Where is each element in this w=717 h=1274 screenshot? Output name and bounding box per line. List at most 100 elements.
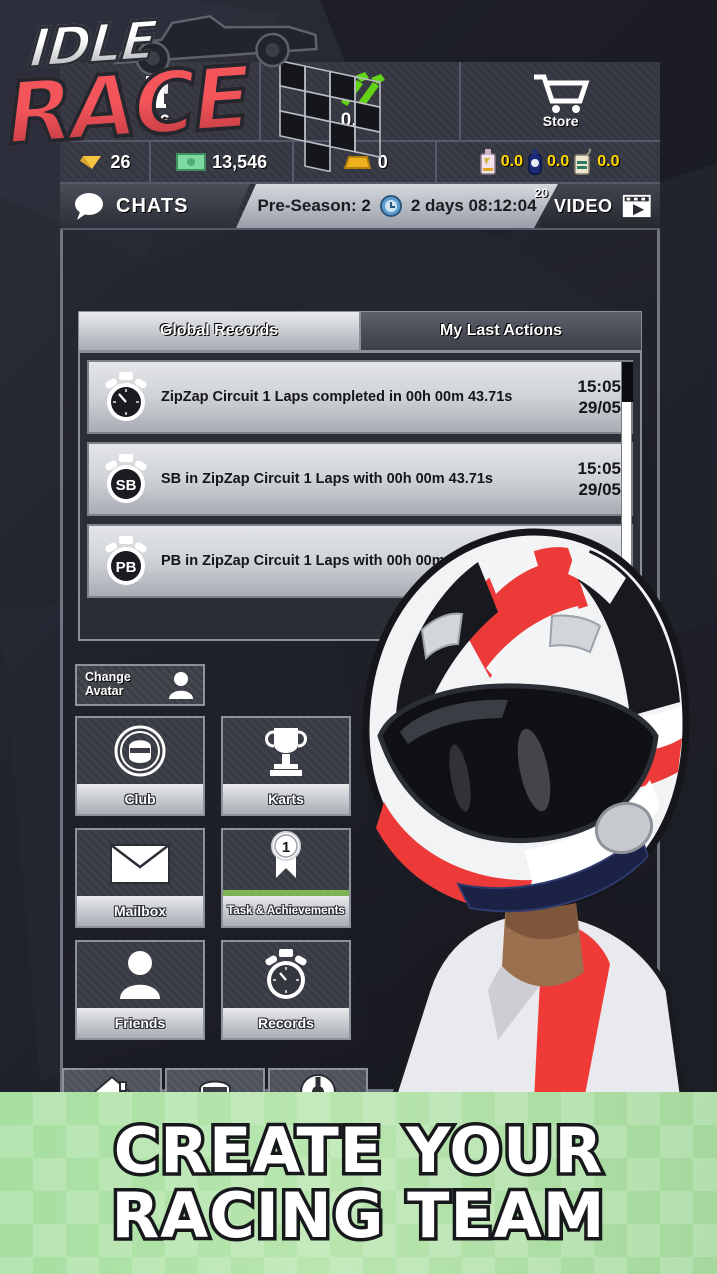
- chats-label: CHATS: [116, 194, 189, 217]
- record-date: 29/05: [578, 398, 621, 417]
- change-avatar-button[interactable]: Change Avatar: [75, 664, 205, 706]
- menu-tile-friends[interactable]: Friends: [75, 940, 205, 1040]
- banner-line-2: RACING TEAM: [108, 1179, 608, 1252]
- store-button[interactable]: Store: [459, 62, 660, 140]
- tab-my-last-actions[interactable]: My Last Actions: [360, 311, 642, 351]
- records-list[interactable]: ZipZap Circuit 1 Laps completed in 00h 0…: [78, 351, 642, 641]
- svg-text:SB: SB: [116, 477, 137, 494]
- season-timer-value: 2 days 08:12:04: [410, 196, 537, 215]
- resource-fluids[interactable]: 0.0 0.0 0.0: [435, 142, 660, 182]
- change-avatar-label: Change Avatar: [85, 670, 131, 699]
- menu-tile-label: Friends: [77, 1008, 203, 1038]
- video-label: VIDEO: [554, 195, 613, 216]
- hud-parts-value: 0,00: [340, 110, 380, 131]
- tile-icon-wrap: [77, 718, 203, 784]
- records-tabs: Global Records My Last Actions: [78, 311, 642, 351]
- tile-icon-wrap: [223, 718, 349, 784]
- hud-parts-cell[interactable]: 0,00: [258, 62, 460, 140]
- wrench-icon: [341, 72, 385, 108]
- promo-banner: CREATE YOUR RACING TEAM: [0, 1092, 717, 1274]
- table-row[interactable]: ZipZap Circuit 1 Laps completed in 00h 0…: [87, 360, 633, 434]
- record-text: SB in ZipZap Circuit 1 Laps with 00h 00m…: [161, 470, 493, 487]
- money-icon: [176, 153, 207, 171]
- gold-bar-icon: [343, 156, 372, 169]
- fluid-oil[interactable]: 0.0: [572, 148, 620, 176]
- money-value: 13,546: [212, 151, 268, 172]
- person-icon: [120, 951, 160, 999]
- stopwatch-icon: [105, 372, 147, 421]
- diamond-value: 26: [110, 151, 131, 172]
- change-avatar-line-1: Change: [85, 670, 131, 685]
- nitro-value: 0.0: [547, 153, 570, 170]
- club-helmet-icon: [114, 725, 166, 777]
- record-date: 29/05: [578, 480, 621, 499]
- avatar-icon: [169, 672, 193, 699]
- oil-bottle-icon: [574, 148, 592, 175]
- table-row[interactable]: SB SB in ZipZap Circuit 1 Laps with 00h …: [87, 442, 633, 516]
- tile-icon-wrap: 1: [223, 830, 349, 890]
- scrollbar[interactable]: [621, 361, 633, 635]
- menu-tile-mailbox[interactable]: Mailbox: [75, 828, 205, 928]
- banner-text: CREATE YOUR RACING TEAM: [0, 1092, 717, 1274]
- oil-value: 0.0: [597, 153, 620, 170]
- nitro-bottle-icon: [528, 149, 542, 175]
- season-timer[interactable]: Pre-Season: 2 2 days 08:12:04 20: [236, 184, 558, 228]
- menu-tile-label: Karts: [223, 784, 349, 814]
- hud-fuel-value: 26: [148, 112, 171, 133]
- tile-icon-wrap: [77, 942, 203, 1008]
- fuel-pump-icon: [144, 72, 170, 108]
- scrollbar-thumb[interactable]: [622, 362, 633, 402]
- hud-fuel-cell[interactable]: 26: [60, 62, 259, 140]
- banner-line-1: CREATE YOUR: [110, 1113, 605, 1187]
- menu-tile-task-achievements[interactable]: 1 Task & Achievements: [221, 828, 351, 928]
- coolant-bottle-icon: [480, 149, 496, 175]
- medal-icon: 1: [271, 831, 301, 878]
- diamond-icon: [79, 156, 101, 169]
- video-button[interactable]: VIDEO: [540, 184, 660, 228]
- chats-button[interactable]: CHATS: [60, 184, 250, 228]
- menu-tile-records[interactable]: Records: [221, 940, 351, 1040]
- menu-tile-label: Club: [77, 784, 203, 814]
- change-avatar-line-2: Avatar: [85, 684, 124, 698]
- coolant-value: 0.0: [500, 153, 523, 170]
- top-hud: 26 0,00 Store 26 13,546 0 0.0 0.0 0.0 CH…: [60, 62, 660, 230]
- record-time: 15:05: [577, 458, 621, 478]
- gold-value: 0: [377, 151, 388, 172]
- svg-text:PB: PB: [116, 559, 137, 576]
- envelope-icon: [110, 844, 170, 884]
- fluid-coolant[interactable]: 0.0: [478, 148, 523, 176]
- tile-icon-wrap: [223, 942, 349, 1008]
- resource-diamond[interactable]: 26: [60, 142, 149, 182]
- menu-tile-club[interactable]: Club: [75, 716, 205, 816]
- resource-money[interactable]: 13,546: [149, 142, 292, 182]
- menu-grid: Club Karts Mailbox 1 Task & Achievements…: [75, 716, 365, 1040]
- record-meta: 15:05 29/05: [578, 376, 621, 419]
- hud-resource-row: 26 13,546 0 0.0 0.0 0.0: [60, 142, 660, 184]
- record-text: ZipZap Circuit 1 Laps completed in 00h 0…: [161, 388, 513, 405]
- resource-gold[interactable]: 0: [292, 142, 435, 182]
- hud-primary-row: 26 0,00 Store: [60, 62, 660, 142]
- game-screen: 26 0,00 Store 26 13,546 0 0.0 0.0 0.0 CH…: [0, 0, 717, 1274]
- shopping-cart-icon: [533, 74, 590, 113]
- menu-tile-label: Records: [223, 1008, 349, 1038]
- tile-icon-wrap: [77, 830, 203, 896]
- trophy-icon: [265, 728, 307, 776]
- menu-tile-label: Mailbox: [77, 896, 203, 926]
- stopwatch-icon: [265, 949, 307, 999]
- clock-icon: [379, 194, 403, 218]
- hud-nav-row: CHATS Pre-Season: 2 2 days 08:12:04 20 V…: [60, 184, 660, 230]
- chat-bubble-icon: [72, 191, 106, 221]
- record-text: PB in ZipZap Circuit 1 Laps with 00h 00m…: [161, 552, 493, 569]
- svg-text:1: 1: [282, 839, 290, 856]
- menu-tile-karts[interactable]: Karts: [221, 716, 351, 816]
- table-row[interactable]: PB PB in ZipZap Circuit 1 Laps with 00h …: [87, 524, 633, 598]
- video-play-icon: [622, 194, 651, 218]
- menu-tile-label: Task & Achievements: [223, 896, 349, 926]
- fluid-nitro[interactable]: 0.0: [526, 148, 569, 176]
- stopwatch-sb-icon: SB: [105, 454, 147, 503]
- record-meta: 15:05 29/05: [578, 458, 621, 501]
- record-time: 15:05: [577, 376, 621, 396]
- tab-global-records[interactable]: Global Records: [78, 311, 360, 351]
- store-label: Store: [542, 113, 579, 129]
- season-label: Pre-Season: 2: [257, 196, 371, 215]
